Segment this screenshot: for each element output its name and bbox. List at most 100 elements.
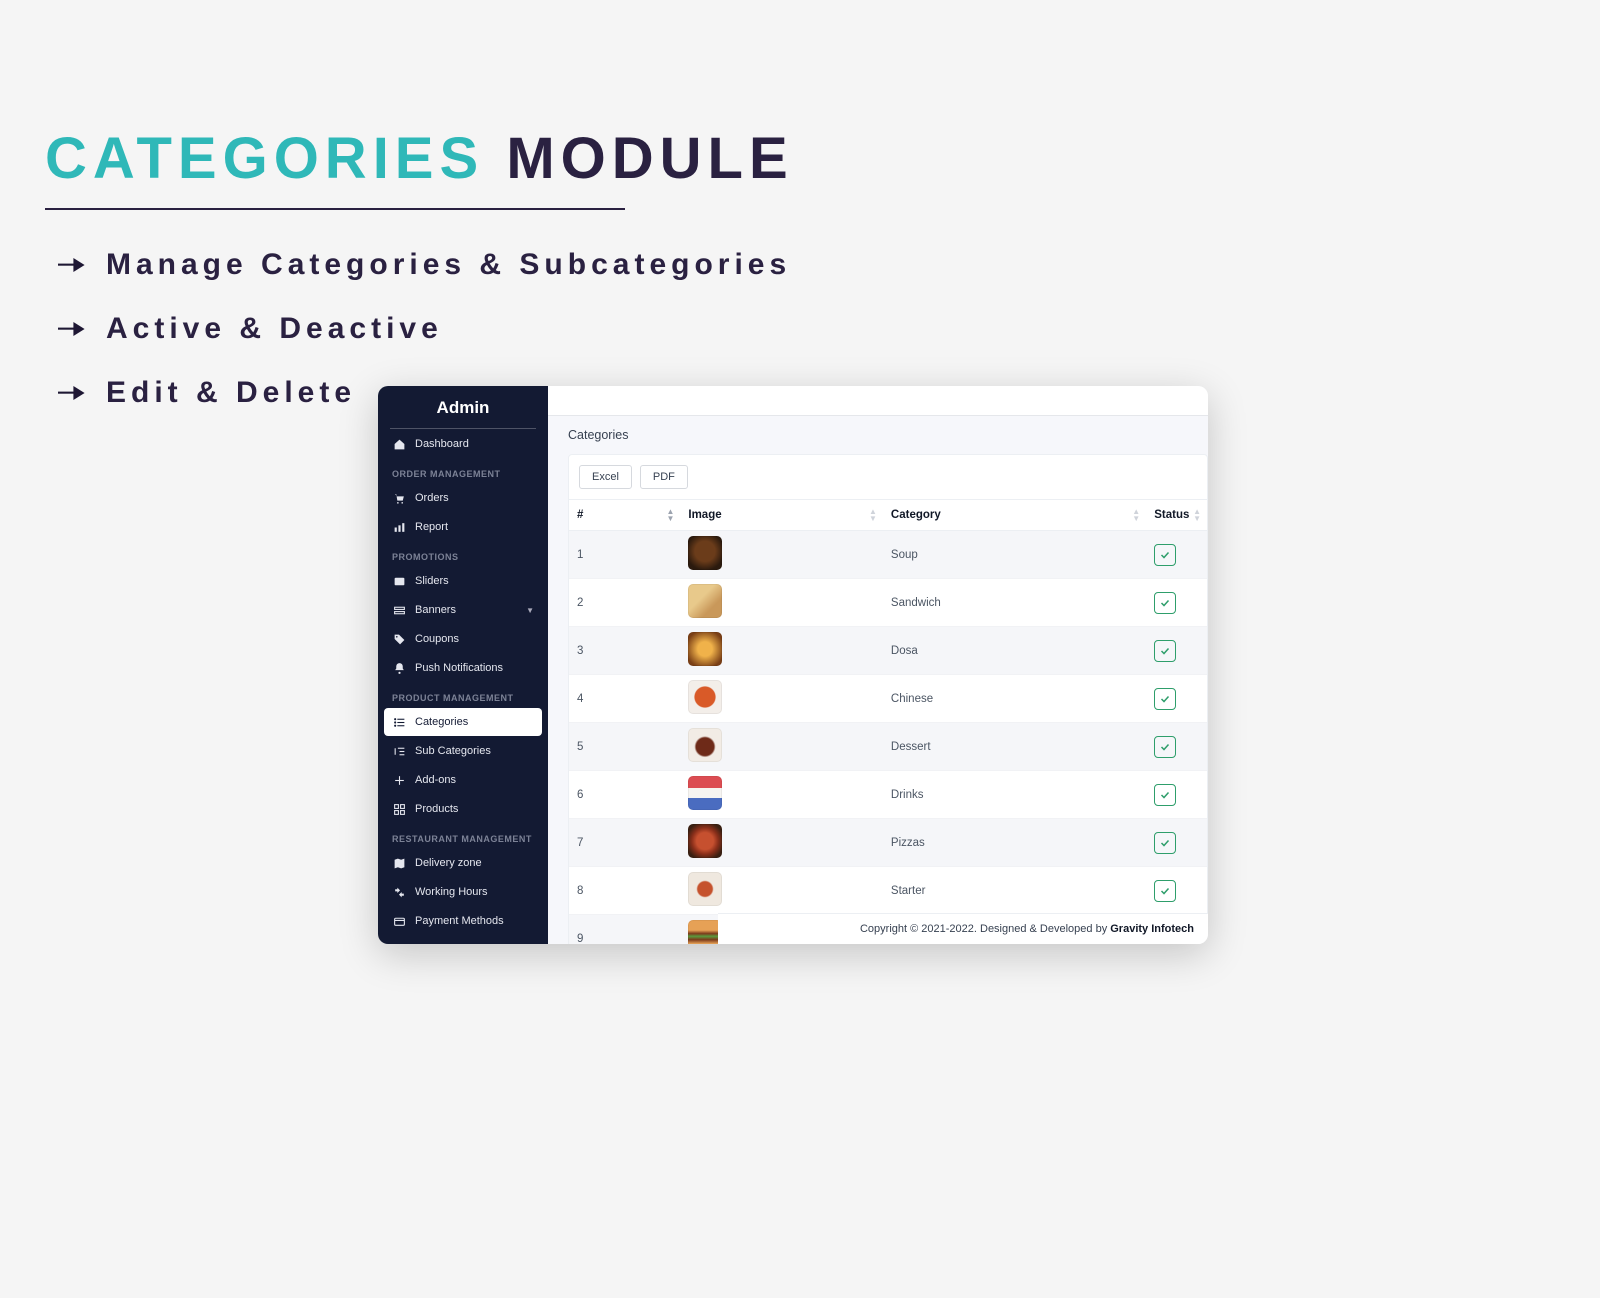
sidebar-item-label: Working Hours	[415, 886, 488, 898]
feature-text: Active & Deactive	[106, 312, 443, 346]
row-index: 2	[569, 579, 680, 627]
row-image-cell	[680, 675, 883, 723]
row-index: 7	[569, 819, 680, 867]
breadcrumb: Categories	[548, 416, 1208, 452]
row-index: 9	[569, 915, 680, 945]
sidebar-item-working-hours[interactable]: Working Hours	[384, 878, 542, 906]
row-category: Drinks	[883, 771, 1146, 819]
row-status-cell	[1146, 819, 1207, 867]
sidebar-item-push-notifications[interactable]: Push Notifications	[384, 654, 542, 682]
row-image-cell	[680, 771, 883, 819]
top-bar	[548, 386, 1208, 416]
table-row: 6 Drinks	[569, 771, 1207, 819]
cart-icon	[392, 491, 406, 505]
table-row: 7Pizzas	[569, 819, 1207, 867]
column-label: Status	[1154, 509, 1189, 521]
feature-item: Manage Categories & Subcategories	[58, 248, 791, 282]
category-thumbnail	[688, 776, 722, 810]
row-status-cell	[1146, 579, 1207, 627]
row-status-cell	[1146, 723, 1207, 771]
column-header[interactable]: Image▲▼	[680, 500, 883, 531]
sidebar-item-products[interactable]: Products	[384, 795, 542, 823]
column-header[interactable]: Status ▲▼	[1146, 500, 1207, 531]
footer-link[interactable]: Gravity Infotech	[1110, 923, 1194, 935]
sort-icon: ▲▼	[869, 508, 877, 522]
category-thumbnail	[688, 536, 722, 570]
sidebar-item-label: Coupons	[415, 633, 459, 645]
table-row: 8Starter	[569, 867, 1207, 915]
status-toggle[interactable]	[1154, 544, 1176, 566]
map-icon	[392, 856, 406, 870]
arrow-icon	[58, 383, 86, 403]
pdf-export-button[interactable]: PDF	[640, 465, 688, 489]
feature-text: Edit & Delete	[106, 376, 356, 410]
status-toggle[interactable]	[1154, 688, 1176, 710]
row-status-cell	[1146, 531, 1207, 579]
arrow-icon	[58, 255, 86, 275]
sort-icon: ▲▼	[666, 508, 674, 522]
content-card: ExcelPDF #▲▼Image▲▼Category▲▼Status▲▼ 1S…	[568, 454, 1208, 944]
title-underline	[45, 208, 625, 210]
column-label: #	[577, 509, 583, 521]
bell-icon	[392, 661, 406, 675]
export-buttons: Excel PDF	[569, 455, 1207, 499]
sidebar-item-sub-categories[interactable]: Sub Categories	[384, 737, 542, 765]
column-header[interactable]: Category▲▼	[883, 500, 1146, 531]
status-toggle[interactable]	[1154, 880, 1176, 902]
row-image-cell	[680, 723, 883, 771]
row-index: 4	[569, 675, 680, 723]
table-row: 5Dessert	[569, 723, 1207, 771]
status-toggle[interactable]	[1154, 832, 1176, 854]
sidebar-item-dashboard[interactable]: Dashboard	[384, 430, 542, 458]
sidebar: Admin Dashboard ORDER MANAGEMENT Orders Rep…	[378, 386, 548, 944]
sidebar-title: Admin	[390, 386, 536, 429]
main-panel: Categories ExcelPDF #▲▼Image▲▼Category▲▼…	[548, 386, 1208, 944]
page-title: CATEGORIES MODULE	[45, 125, 794, 192]
row-status-cell	[1146, 627, 1207, 675]
page-title-secondary: MODULE	[506, 126, 793, 191]
column-header[interactable]: # ▲▼	[569, 500, 680, 531]
feature-item: Active & Deactive	[58, 312, 791, 346]
category-thumbnail	[688, 632, 722, 666]
category-thumbnail	[688, 824, 722, 858]
sidebar-item-categories[interactable]: Categories	[384, 708, 542, 736]
sliders-icon	[392, 574, 406, 588]
sidebar-item-coupons[interactable]: Coupons	[384, 625, 542, 653]
sidebar-item-banners[interactable]: Banners▼	[384, 596, 542, 624]
sidebar-section-title: PRODUCT MANAGEMENT	[384, 683, 542, 707]
category-thumbnail	[688, 680, 722, 714]
sort-icon: ▲▼	[1193, 508, 1201, 522]
table-row: 4Chinese	[569, 675, 1207, 723]
row-index: 1	[569, 531, 680, 579]
footer: Copyright © 2021-2022. Designed & Develo…	[718, 913, 1208, 944]
page-title-primary: CATEGORIES	[45, 126, 484, 191]
row-index: 5	[569, 723, 680, 771]
category-thumbnail	[688, 584, 722, 618]
sidebar-item-orders[interactable]: Orders	[384, 484, 542, 512]
sidebar-item-add-ons[interactable]: Add-ons	[384, 766, 542, 794]
status-toggle[interactable]	[1154, 784, 1176, 806]
sidebar-item-label: Dashboard	[415, 438, 469, 450]
sublist-icon	[392, 744, 406, 758]
categories-table: #▲▼Image▲▼Category▲▼Status▲▼ 1Soup2Sandw…	[569, 499, 1207, 944]
sidebar-item-sliders[interactable]: Sliders	[384, 567, 542, 595]
status-toggle[interactable]	[1154, 592, 1176, 614]
sort-icon: ▲▼	[1132, 508, 1140, 522]
table-row: 1Soup	[569, 531, 1207, 579]
sidebar-item-label: Delivery zone	[415, 857, 482, 869]
sidebar-item-report[interactable]: Report	[384, 513, 542, 541]
excel-export-button[interactable]: Excel	[579, 465, 632, 489]
status-toggle[interactable]	[1154, 640, 1176, 662]
sidebar-item-label: Orders	[415, 492, 449, 504]
sidebar-item-label: Push Notifications	[415, 662, 503, 674]
sidebar-item-label: Add-ons	[415, 774, 456, 786]
sidebar-item-payment-methods[interactable]: Payment Methods	[384, 907, 542, 935]
sidebar-section-title: ORDER MANAGEMENT	[384, 459, 542, 483]
status-toggle[interactable]	[1154, 736, 1176, 758]
sidebar-item-delivery-zone[interactable]: Delivery zone	[384, 849, 542, 877]
row-index: 8	[569, 867, 680, 915]
row-image-cell	[680, 627, 883, 675]
plus-icon	[392, 773, 406, 787]
row-index: 6	[569, 771, 680, 819]
card-icon	[392, 914, 406, 928]
